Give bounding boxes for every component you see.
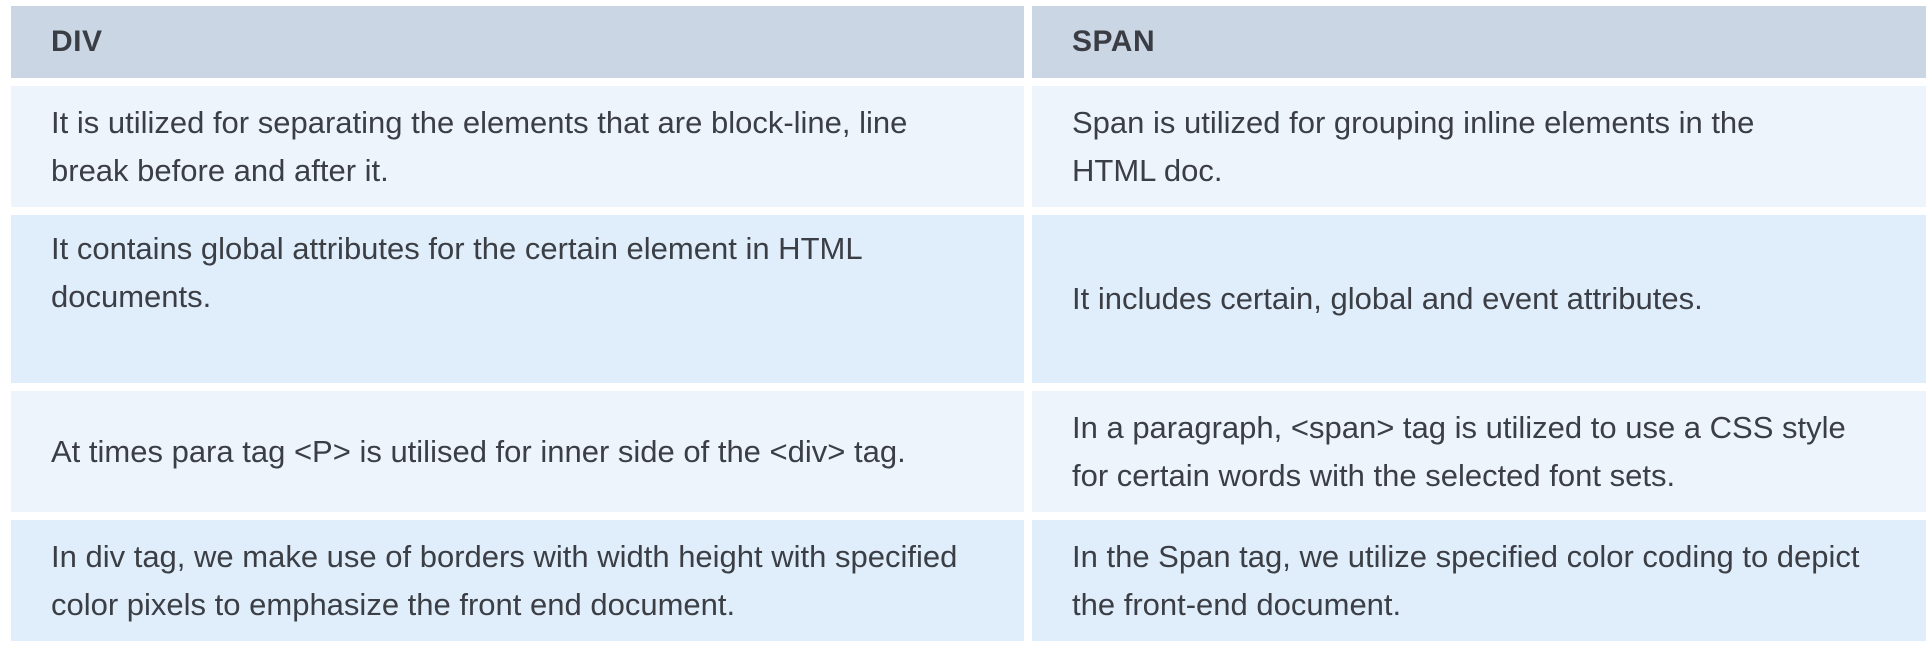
table-cell: Span is utilized for grouping inline ele… — [1032, 86, 1926, 207]
table-cell: It is utilized for separating the elemen… — [11, 86, 1024, 207]
cell-text: In a paragraph, <span> tag is utilized t… — [1072, 409, 1846, 493]
cell-text: At times para tag <P> is utilised for in… — [51, 433, 906, 469]
table-cell: It includes certain, global and event at… — [1032, 215, 1926, 383]
table-cell: It contains global attributes for the ce… — [11, 215, 1024, 383]
header-label: DIV — [51, 25, 103, 58]
table-header-div: DIV — [11, 6, 1024, 78]
table-cell: At times para tag <P> is utilised for in… — [11, 391, 1024, 512]
cell-text: Span is utilized for grouping inline ele… — [1072, 104, 1755, 188]
cell-text: It contains global attributes for the ce… — [51, 231, 862, 314]
table-cell: In div tag, we make use of borders with … — [11, 520, 1024, 641]
cell-text: It is utilized for separating the elemen… — [51, 104, 908, 188]
header-label: SPAN — [1072, 25, 1156, 58]
table-header-span: SPAN — [1032, 6, 1926, 78]
table-cell: In the Span tag, we utilize specified co… — [1032, 520, 1926, 641]
cell-text: It includes certain, global and event at… — [1072, 281, 1703, 316]
table-cell: In a paragraph, <span> tag is utilized t… — [1032, 391, 1926, 512]
cell-text: In div tag, we make use of borders with … — [51, 538, 958, 622]
comparison-table: DIV SPAN It is utilized for separating t… — [11, 6, 1930, 641]
cell-text: In the Span tag, we utilize specified co… — [1072, 538, 1860, 622]
